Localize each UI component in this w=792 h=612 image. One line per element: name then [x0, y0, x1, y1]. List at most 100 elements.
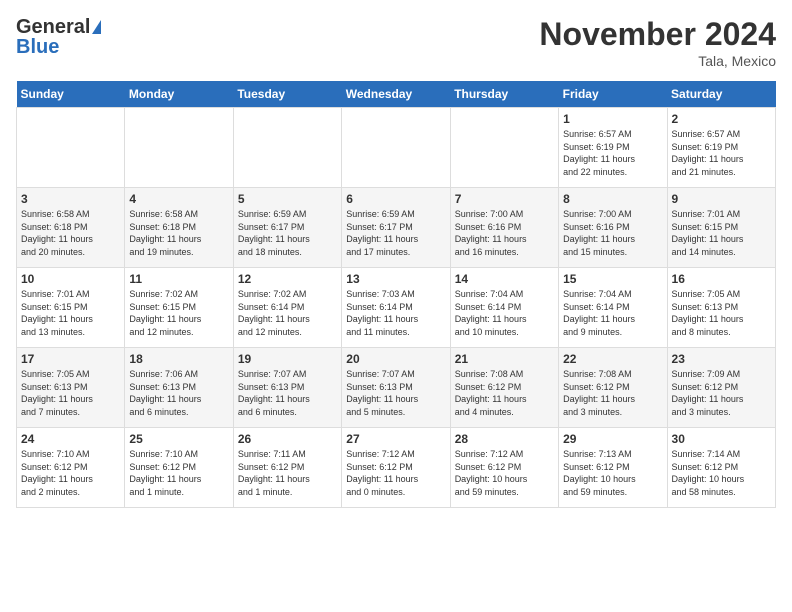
day-info: Daylight: 11 hours: [563, 233, 662, 246]
calendar-cell: 22Sunrise: 7:08 AMSunset: 6:12 PMDayligh…: [559, 348, 667, 428]
day-info: and 5 minutes.: [346, 406, 445, 419]
header-thursday: Thursday: [450, 81, 558, 108]
title-section: November 2024 Tala, Mexico: [539, 16, 776, 69]
day-info: Sunrise: 7:06 AM: [129, 368, 228, 381]
day-info: Sunrise: 6:59 AM: [346, 208, 445, 221]
day-info: Sunrise: 6:58 AM: [129, 208, 228, 221]
day-info: Sunrise: 7:07 AM: [238, 368, 337, 381]
day-number: 15: [563, 272, 662, 286]
day-info: Daylight: 10 hours: [455, 473, 554, 486]
day-info: Daylight: 11 hours: [21, 393, 120, 406]
day-info: Daylight: 11 hours: [455, 393, 554, 406]
calendar-cell: 29Sunrise: 7:13 AMSunset: 6:12 PMDayligh…: [559, 428, 667, 508]
calendar-cell: [450, 108, 558, 188]
day-number: 7: [455, 192, 554, 206]
day-info: and 6 minutes.: [129, 406, 228, 419]
day-info: Daylight: 11 hours: [672, 313, 771, 326]
day-number: 3: [21, 192, 120, 206]
day-info: Daylight: 11 hours: [129, 473, 228, 486]
day-info: Sunset: 6:14 PM: [238, 301, 337, 314]
logo-general-text: General: [16, 16, 90, 38]
day-info: Sunrise: 6:59 AM: [238, 208, 337, 221]
day-info: Sunrise: 7:08 AM: [455, 368, 554, 381]
calendar-cell: 7Sunrise: 7:00 AMSunset: 6:16 PMDaylight…: [450, 188, 558, 268]
day-info: and 9 minutes.: [563, 326, 662, 339]
day-info: Sunset: 6:16 PM: [455, 221, 554, 234]
day-number: 1: [563, 112, 662, 126]
day-info: Sunrise: 7:12 AM: [455, 448, 554, 461]
day-number: 11: [129, 272, 228, 286]
day-info: and 59 minutes.: [455, 486, 554, 499]
day-info: and 7 minutes.: [21, 406, 120, 419]
day-info: Daylight: 10 hours: [563, 473, 662, 486]
calendar-cell: 6Sunrise: 6:59 AMSunset: 6:17 PMDaylight…: [342, 188, 450, 268]
calendar-cell: 4Sunrise: 6:58 AMSunset: 6:18 PMDaylight…: [125, 188, 233, 268]
day-info: Sunrise: 7:10 AM: [129, 448, 228, 461]
calendar-cell: 18Sunrise: 7:06 AMSunset: 6:13 PMDayligh…: [125, 348, 233, 428]
location: Tala, Mexico: [539, 53, 776, 69]
day-info: Daylight: 11 hours: [563, 313, 662, 326]
calendar-cell: 11Sunrise: 7:02 AMSunset: 6:15 PMDayligh…: [125, 268, 233, 348]
calendar-cell: 15 Sunrise: 7:04 AMSunset: 6:14 PMDayligh…: [559, 268, 667, 348]
day-info: Sunset: 6:12 PM: [21, 461, 120, 474]
day-info: and 14 minutes.: [672, 246, 771, 259]
day-number: 17: [21, 352, 120, 366]
day-info: Sunset: 6:15 PM: [129, 301, 228, 314]
calendar-cell: 21Sunrise: 7:08 AMSunset: 6:12 PMDayligh…: [450, 348, 558, 428]
day-number: 22: [563, 352, 662, 366]
day-info: Daylight: 11 hours: [21, 233, 120, 246]
day-info: and 11 minutes.: [346, 326, 445, 339]
header-tuesday: Tuesday: [233, 81, 341, 108]
header-saturday: Saturday: [667, 81, 775, 108]
day-info: and 20 minutes.: [21, 246, 120, 259]
day-info: Sunset: 6:14 PM: [563, 301, 662, 314]
day-info: and 18 minutes.: [238, 246, 337, 259]
calendar-cell: 23Sunrise: 7:09 AMSunset: 6:12 PMDayligh…: [667, 348, 775, 428]
day-info: and 59 minutes.: [563, 486, 662, 499]
calendar-cell: 13Sunrise: 7:03 AMSunset: 6:14 PMDayligh…: [342, 268, 450, 348]
day-number: 4: [129, 192, 228, 206]
day-info: and 0 minutes.: [346, 486, 445, 499]
day-info: Sunrise: 7:04 AM: [563, 288, 662, 301]
day-info: Sunrise: 7:14 AM: [672, 448, 771, 461]
day-info: Sunrise: 7:05 AM: [672, 288, 771, 301]
day-info: Daylight: 11 hours: [129, 233, 228, 246]
calendar-cell: 28Sunrise: 7:12 AMSunset: 6:12 PMDayligh…: [450, 428, 558, 508]
day-info: Sunrise: 7:10 AM: [21, 448, 120, 461]
calendar-cell: [125, 108, 233, 188]
day-info: Sunset: 6:13 PM: [238, 381, 337, 394]
calendar-cell: 20Sunrise: 7:07 AMSunset: 6:13 PMDayligh…: [342, 348, 450, 428]
day-info: Sunrise: 7:03 AM: [346, 288, 445, 301]
day-info: Daylight: 11 hours: [672, 393, 771, 406]
day-number: 13: [346, 272, 445, 286]
day-info: and 58 minutes.: [672, 486, 771, 499]
day-info: Daylight: 10 hours: [672, 473, 771, 486]
calendar-cell: [233, 108, 341, 188]
week-row-2: 3Sunrise: 6:58 AMSunset: 6:18 PMDaylight…: [17, 188, 776, 268]
calendar-cell: [17, 108, 125, 188]
day-info: Sunset: 6:19 PM: [672, 141, 771, 154]
day-number: 10: [21, 272, 120, 286]
day-info: Sunset: 6:13 PM: [672, 301, 771, 314]
calendar-cell: 25Sunrise: 7:10 AMSunset: 6:12 PMDayligh…: [125, 428, 233, 508]
day-info: and 21 minutes.: [672, 166, 771, 179]
day-info: Sunset: 6:12 PM: [129, 461, 228, 474]
calendar-cell: 19Sunrise: 7:07 AMSunset: 6:13 PMDayligh…: [233, 348, 341, 428]
week-row-3: 10Sunrise: 7:01 AMSunset: 6:15 PMDayligh…: [17, 268, 776, 348]
logo: General Blue: [16, 16, 101, 58]
day-number: 27: [346, 432, 445, 446]
logo-blue-text: Blue: [16, 36, 101, 58]
day-info: Sunset: 6:12 PM: [672, 461, 771, 474]
day-number: 12: [238, 272, 337, 286]
day-info: Sunset: 6:12 PM: [672, 381, 771, 394]
day-info: and 1 minute.: [129, 486, 228, 499]
day-info: Sunset: 6:12 PM: [238, 461, 337, 474]
day-info: Daylight: 11 hours: [21, 473, 120, 486]
month-title: November 2024: [539, 16, 776, 53]
day-info: and 4 minutes.: [455, 406, 554, 419]
day-info: Sunset: 6:14 PM: [455, 301, 554, 314]
day-info: and 15 minutes.: [563, 246, 662, 259]
calendar-cell: 5Sunrise: 6:59 AMSunset: 6:17 PMDaylight…: [233, 188, 341, 268]
day-info: Sunrise: 7:01 AM: [672, 208, 771, 221]
day-info: and 10 minutes.: [455, 326, 554, 339]
